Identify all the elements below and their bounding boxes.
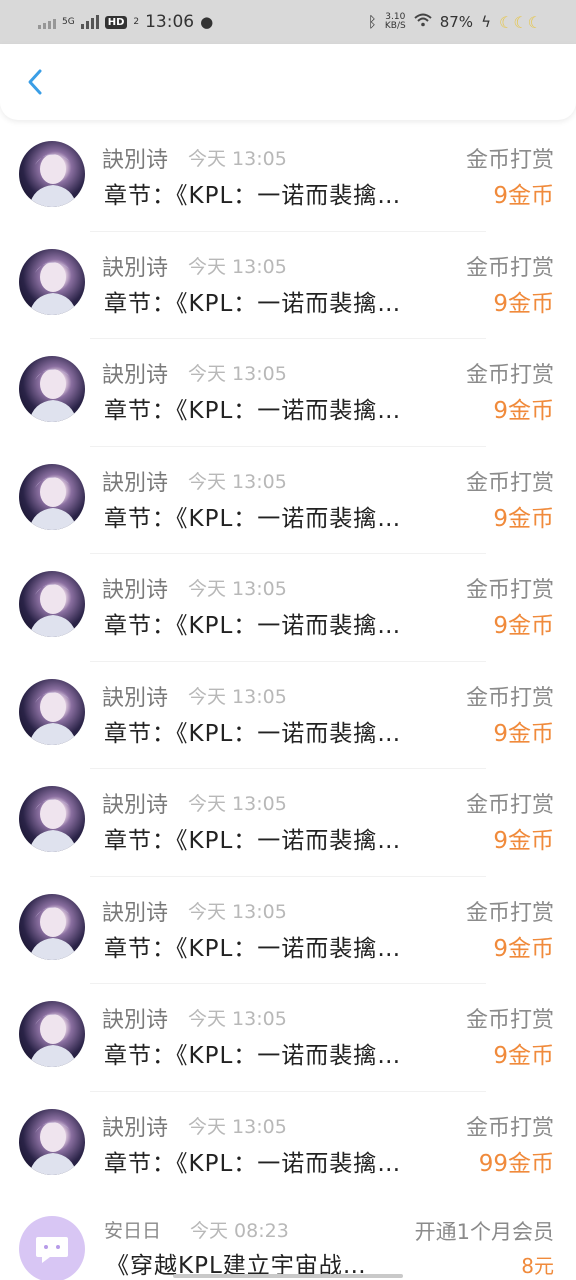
reward-type: 金币打赏 xyxy=(465,900,554,926)
user-name: 訣別诗 xyxy=(102,793,169,818)
chat-bubble-icon xyxy=(36,1237,68,1263)
timestamp: 今天 13:05 xyxy=(188,578,287,600)
timestamp: 今天 13:05 xyxy=(188,148,287,170)
timestamp: 今天 13:05 xyxy=(188,363,287,385)
avatar[interactable] xyxy=(19,141,85,207)
reward-list: 訣別诗 今天 13:05 章节：《KPL：一诺而裴擒… 金币打赏 9金币 訣別诗… xyxy=(0,124,576,1199)
avatar[interactable] xyxy=(19,571,85,637)
user-name: 訣別诗 xyxy=(102,578,169,603)
wechat-icon: ● xyxy=(200,13,214,31)
avatar[interactable] xyxy=(19,786,85,852)
wifi-icon xyxy=(414,13,432,31)
chapter-title: 章节：《KPL：一诺而裴擒… xyxy=(104,1150,402,1177)
reward-amount: 8元 xyxy=(521,1254,554,1278)
chapter-title: 章节：《KPL：一诺而裴擒… xyxy=(104,613,402,639)
chapter-title: 章节：《KPL：一诺而裴擒… xyxy=(104,398,402,424)
list-item-membership[interactable]: 安日日 今天 08:23 《穿越KPL建立宇宙战… 开通1个月会员 8元 xyxy=(0,1198,576,1280)
reward-type: 金币打赏 xyxy=(465,793,554,818)
timestamp: 今天 13:05 xyxy=(188,685,287,708)
list-item[interactable]: 訣別诗 今天 13:05 章节：《KPL：一诺而裴擒… 金币打赏 9金币 xyxy=(0,232,576,339)
avatar[interactable] xyxy=(19,1001,85,1067)
user-name: 訣別诗 xyxy=(102,470,169,496)
chapter-title: 章节：《KPL：一诺而裴擒… xyxy=(104,183,402,209)
network-type: 5G xyxy=(62,16,75,27)
list-item[interactable]: 訣別诗 今天 13:05 章节：《KPL：一诺而裴擒… 金币打赏 9金币 xyxy=(0,662,576,769)
chapter-title: 章节：《KPL：一诺而裴擒… xyxy=(104,1043,402,1069)
reward-amount: 99金币 xyxy=(478,1150,554,1177)
user-name: 訣別诗 xyxy=(102,685,169,711)
avatar[interactable] xyxy=(19,1216,85,1280)
list-item[interactable]: 訣別诗 今天 13:05 章节：《KPL：一诺而裴擒… 金币打赏 9金币 xyxy=(0,554,576,662)
reward-type: 金币打赏 xyxy=(465,1115,554,1141)
network-speed-unit: KB/S xyxy=(384,21,406,31)
status-bar: 5G HD 2 13:06 ● ᛒ 3.10 KB/S 87% ϟ ☾☾☾ xyxy=(0,0,576,44)
avatar[interactable] xyxy=(19,463,85,530)
moon-icon: ☾☾☾ xyxy=(498,12,542,32)
avatar[interactable] xyxy=(19,1108,85,1175)
list-item[interactable]: 訣別诗 今天 13:05 章节：《KPL：一诺而裴擒… 金币打赏 99金币 xyxy=(0,1092,576,1200)
reward-amount: 9金币 xyxy=(493,935,554,962)
reward-amount: 9金币 xyxy=(493,505,554,532)
timestamp: 今天 08:23 xyxy=(190,1220,289,1242)
reward-amount: 9金币 xyxy=(493,720,554,747)
avatar[interactable] xyxy=(19,356,85,422)
reward-type: 金币打赏 xyxy=(465,685,554,711)
list-item[interactable]: 訣別诗 今天 13:05 章节：《KPL：一诺而裴擒… 金币打赏 9金币 xyxy=(0,339,576,447)
reward-type: 金币打赏 xyxy=(465,578,554,603)
reward-type: 金币打赏 xyxy=(465,470,554,496)
reward-amount: 9金币 xyxy=(493,183,554,209)
reward-type: 开通1个月会员 xyxy=(414,1220,554,1244)
hd-sub: 2 xyxy=(133,16,140,27)
reward-type: 金币打赏 xyxy=(465,255,554,281)
chapter-title: 章节：《KPL：一诺而裴擒… xyxy=(104,720,402,747)
top-bar xyxy=(0,44,576,120)
charging-icon: ϟ xyxy=(481,13,491,31)
user-name: 訣別诗 xyxy=(102,255,169,281)
reward-type: 金币打赏 xyxy=(465,363,554,388)
timestamp: 今天 13:05 xyxy=(188,1008,287,1030)
list-item[interactable]: 訣別诗 今天 13:05 章节：《KPL：一诺而裴擒… 金币打赏 9金币 xyxy=(0,984,576,1092)
timestamp: 今天 13:05 xyxy=(188,1115,287,1138)
reward-amount: 9金币 xyxy=(493,613,554,639)
chapter-title: 章节：《KPL：一诺而裴擒… xyxy=(104,505,402,532)
reward-amount: 9金币 xyxy=(493,398,554,424)
bluetooth-icon: ᛒ xyxy=(367,13,377,31)
reward-type: 金币打赏 xyxy=(465,1008,554,1033)
avatar[interactable] xyxy=(19,678,85,745)
chapter-title: 章节：《KPL：一诺而裴擒… xyxy=(104,828,402,854)
reward-amount: 9金币 xyxy=(493,290,554,317)
user-name: 訣別诗 xyxy=(102,900,169,926)
chapter-title: 章节：《KPL：一诺而裴擒… xyxy=(104,290,402,317)
list-item[interactable]: 訣別诗 今天 13:05 章节：《KPL：一诺而裴擒… 金币打赏 9金币 xyxy=(0,877,576,984)
user-name: 訣別诗 xyxy=(102,363,169,388)
avatar[interactable] xyxy=(19,893,85,960)
list-item[interactable]: 訣別诗 今天 13:05 章节：《KPL：一诺而裴擒… 金币打赏 9金币 xyxy=(0,124,576,232)
timestamp: 今天 13:05 xyxy=(188,793,287,815)
list-item[interactable]: 訣別诗 今天 13:05 章节：《KPL：一诺而裴擒… 金币打赏 9金币 xyxy=(0,447,576,554)
reward-type: 金币打赏 xyxy=(465,148,554,173)
user-name: 訣別诗 xyxy=(102,148,169,173)
signal-icon-2 xyxy=(80,15,99,29)
battery-percent: 87% xyxy=(439,13,474,31)
timestamp: 今天 13:05 xyxy=(188,900,287,923)
list-item[interactable]: 訣別诗 今天 13:05 章节：《KPL：一诺而裴擒… 金币打赏 9金币 xyxy=(0,769,576,877)
user-name: 安日日 xyxy=(104,1220,162,1242)
home-indicator[interactable] xyxy=(173,1274,403,1278)
timestamp: 今天 13:05 xyxy=(188,255,287,278)
reward-amount: 9金币 xyxy=(493,1043,554,1069)
user-name: 訣別诗 xyxy=(102,1008,169,1033)
avatar[interactable] xyxy=(19,248,85,315)
timestamp: 今天 13:05 xyxy=(188,470,287,493)
signal-icon xyxy=(38,15,56,29)
hd-badge: HD xyxy=(104,15,128,29)
user-name: 訣別诗 xyxy=(102,1115,169,1141)
status-time: 13:06 xyxy=(145,12,195,32)
chapter-title: 章节：《KPL：一诺而裴擒… xyxy=(104,935,402,962)
reward-amount: 9金币 xyxy=(493,828,554,854)
back-arrow-icon[interactable] xyxy=(18,64,54,100)
